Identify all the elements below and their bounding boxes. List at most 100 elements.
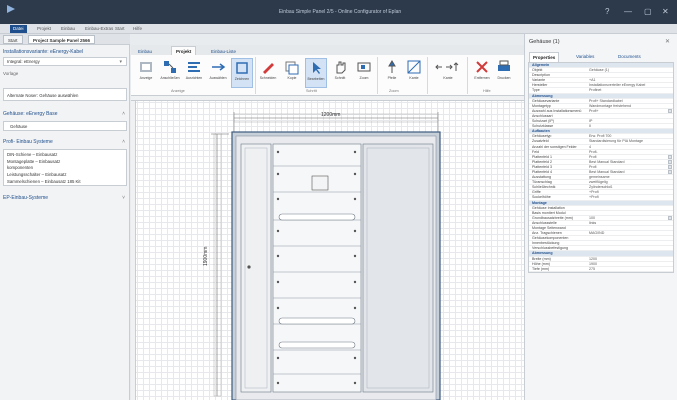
property-value[interactable]: 4 (589, 145, 669, 150)
property-value[interactable]: IP (589, 119, 669, 124)
list-item[interactable]: komponenten (7, 165, 33, 170)
edit-button[interactable]: Bearbeiten (305, 58, 327, 88)
cabinet-value: Gehäuse (10, 124, 28, 129)
property-value[interactable]: gemeinsame (589, 175, 669, 180)
tab-project[interactable]: Project Sample Panel 2566 (28, 35, 96, 44)
ribbon-tab-einbau-liste[interactable]: Einbau-Liste (206, 46, 241, 55)
property-value[interactable]: MAG/IND (589, 231, 669, 236)
property-value[interactable]: +A1 (589, 78, 669, 83)
delete-button[interactable]: Entfernen (471, 58, 493, 88)
property-value[interactable]: 1200 (589, 257, 669, 262)
list-item[interactable]: Sammelschienen – Einbausatz 185 Kit (7, 179, 81, 184)
tab-start[interactable]: Start (3, 35, 23, 44)
property-key: Gehäusetyp (532, 134, 552, 139)
print-button[interactable]: Drucken (493, 58, 515, 88)
menu-start[interactable]: Start (112, 25, 128, 33)
property-key: Objekt (532, 68, 543, 73)
property-value[interactable]: Installationsverteiler eEnergy Kabel (589, 83, 669, 88)
dropdown-icon[interactable] (668, 164, 672, 169)
property-value[interactable]: Gehäuse (1) (589, 68, 669, 73)
property-key: Zusatzfeld (532, 139, 549, 144)
chevron-up-icon[interactable]: ˄ (122, 139, 125, 145)
chevron-down-icon[interactable]: ˅ (122, 195, 125, 201)
property-value[interactable]: zweiflügelig (589, 180, 669, 185)
ribbon-group-label: Anzeige (171, 89, 185, 93)
installation-list[interactable]: Alternate Noser: Gehäuse auswählen (3, 88, 127, 101)
close-icon[interactable]: ✕ (665, 38, 670, 45)
property-key: Type (532, 88, 540, 93)
help-button[interactable]: ? (605, 8, 609, 16)
dropdown-icon[interactable] (668, 159, 672, 164)
property-value[interactable]: Erw. Profi 700 (589, 134, 669, 139)
tab-properties[interactable]: Properties (529, 52, 560, 62)
property-value[interactable]: Zylinderschloß (589, 185, 669, 190)
property-value[interactable]: Profi (589, 155, 669, 160)
property-key: Aufbauten (532, 129, 550, 134)
list-item[interactable]: Montageplatte – Einbausatz (7, 159, 60, 164)
property-value[interactable]: Best Manual Standard (589, 160, 669, 165)
menu-file[interactable]: Datei (10, 25, 27, 33)
property-key: Gehäusevariante (532, 98, 560, 103)
menu-help[interactable]: Hilfe (130, 25, 145, 33)
connect-button[interactable]: Anschließen (159, 58, 181, 88)
cabinet-selector[interactable]: Gehäuse (3, 121, 127, 131)
menu-project[interactable]: Projekt (34, 25, 54, 33)
chevron-down-icon: ▾ (119, 59, 122, 65)
ribbon-tab-einbau[interactable]: Einbau (133, 46, 157, 55)
property-key: Höhe (mm) (532, 261, 550, 266)
close-button[interactable]: ✕ (662, 8, 669, 16)
ep-systems-header: EP-Einbau-Systeme (3, 195, 49, 201)
property-value[interactable]: Profi (589, 165, 669, 170)
property-key: Schutzklasse (532, 124, 554, 129)
property-value[interactable]: 1900 (589, 262, 669, 267)
pin-button[interactable]: Pfeile (381, 58, 403, 88)
edge-button[interactable]: Kante (403, 58, 425, 88)
property-value[interactable]: Best Manual Standard (589, 170, 669, 175)
property-value[interactable]: II (589, 124, 669, 129)
divider (467, 57, 468, 94)
property-grid[interactable]: Allgemein Objekt Gehäuse (1) Description Var… (528, 62, 674, 273)
property-key: Anschlussstelle (532, 220, 557, 225)
delete-icon (476, 61, 488, 73)
property-value[interactable]: links (589, 221, 669, 226)
menu-einbau[interactable]: Einbau (58, 25, 78, 33)
ribbon-tab-projekt[interactable]: Projekt (171, 46, 197, 55)
list-item[interactable]: Leistungsschalter – Einbausatz (7, 172, 66, 177)
view-button[interactable]: Anzeige (135, 58, 157, 88)
property-value[interactable]: +Profi (589, 190, 669, 195)
select-button[interactable]: Auswählen (207, 58, 229, 88)
align-button[interactable]: Ausrichten (183, 58, 205, 88)
property-key: Plattenfeld 2 (532, 159, 552, 164)
dropdown-icon[interactable] (668, 215, 672, 220)
divider (427, 57, 428, 94)
tab-variables[interactable]: Variables (573, 52, 597, 62)
property-value[interactable]: Profi- (589, 150, 669, 155)
dropdown-icon[interactable] (668, 154, 672, 159)
template-combo[interactable]: Integral: eEnergy ▾ (3, 57, 127, 66)
pan-button[interactable]: Schnitt (329, 58, 351, 88)
tab-documents[interactable]: Documents (615, 52, 644, 62)
list-item[interactable]: DIN-Schiene – Einbausatz (7, 152, 57, 157)
property-value[interactable]: Profi+ (589, 109, 669, 114)
drawing-canvas[interactable]: 1200mm 1900mm (131, 96, 524, 400)
property-value[interactable]: Profi+ Standardkabel (589, 99, 669, 104)
copy-button[interactable]: Kopie (281, 58, 303, 88)
property-value[interactable]: 275 (589, 267, 669, 272)
arrows-button[interactable]: Kante (431, 58, 465, 88)
zoom-button[interactable]: Zoom (353, 58, 375, 88)
maximize-button[interactable]: ▢ (644, 8, 652, 16)
draw-button[interactable]: Zeichnen (231, 58, 253, 88)
dropdown-icon[interactable] (668, 108, 672, 113)
dropdown-icon[interactable] (668, 169, 672, 174)
property-row[interactable]: Tiefe (mm) 275 (529, 267, 673, 272)
property-value[interactable]: 100 (589, 216, 669, 221)
connect-icon (164, 61, 176, 73)
property-value[interactable]: Profinet (589, 88, 669, 93)
minimize-button[interactable]: — (624, 8, 632, 16)
chevron-up-icon[interactable]: ˄ (122, 111, 125, 117)
property-value[interactable]: +Profi (589, 195, 669, 200)
cut-button[interactable]: Schneiden (257, 58, 279, 88)
property-value[interactable]: Standardisierung für PIA Montage (589, 139, 669, 144)
property-key: Schutzart (IP) (532, 119, 554, 124)
property-value[interactable]: Wandmontage freistehend (589, 104, 669, 109)
